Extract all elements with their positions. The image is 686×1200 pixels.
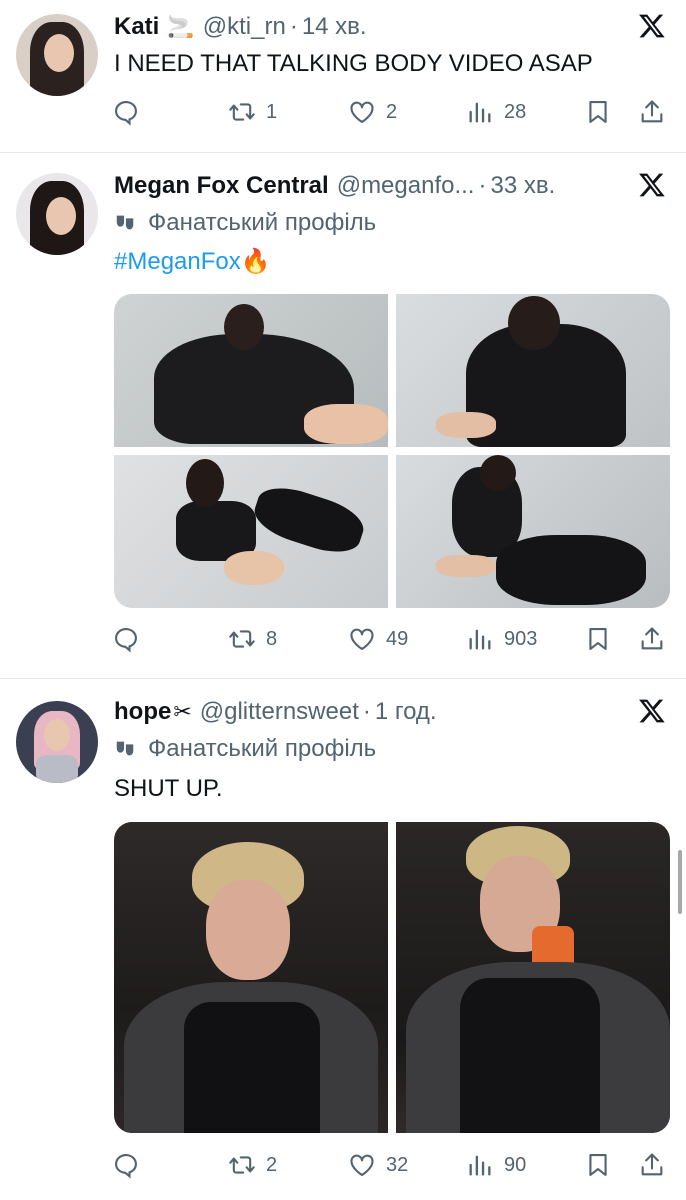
name-emoji: 🚬 xyxy=(167,14,195,39)
tweet-header: Kati 🚬 @kti_rn · 14 хв. xyxy=(114,10,367,44)
author-handle[interactable]: @kti_rn xyxy=(203,13,286,41)
avatar[interactable] xyxy=(16,701,98,783)
bookmark-icon xyxy=(589,1154,607,1176)
reply-button[interactable] xyxy=(112,1145,140,1185)
retweet-count: 8 xyxy=(266,627,278,650)
reply-icon xyxy=(115,101,137,126)
name-emoji: ✂ xyxy=(173,699,192,724)
photo-3[interactable] xyxy=(114,455,388,608)
profile-label-text: Фанатський профіль xyxy=(148,735,377,762)
share-icon xyxy=(641,627,663,650)
share-button[interactable] xyxy=(638,619,666,659)
tweet-text: I NEED THAT TALKING BODY VIDEO ASAP xyxy=(114,50,593,77)
views-button[interactable]: 90 xyxy=(466,1145,526,1185)
mask-icon xyxy=(116,741,134,756)
fire-emoji: 🔥 xyxy=(240,248,271,275)
like-count: 32 xyxy=(386,1153,409,1176)
photo-4[interactable] xyxy=(396,455,670,608)
tweet-hope[interactable]: hope ✂ @glitternsweet · 1 год. Фанатськи… xyxy=(0,679,686,1200)
share-icon xyxy=(641,1153,663,1176)
profile-label: Фанатський профіль xyxy=(114,209,376,237)
timestamp[interactable]: 14 хв. xyxy=(302,13,367,41)
tweet-megan-fox-central[interactable]: Megan Fox Central @meganfo... · 33 хв. Ф… xyxy=(0,153,686,677)
reply-icon xyxy=(115,1154,137,1179)
like-button[interactable]: 32 xyxy=(348,1145,408,1185)
views-icon xyxy=(469,102,491,123)
bookmark-button[interactable] xyxy=(584,92,612,132)
bookmark-button[interactable] xyxy=(584,619,612,659)
separator-dot: · xyxy=(289,13,298,40)
hashtag-link[interactable]: #MeganFox xyxy=(114,248,241,275)
heart-icon xyxy=(350,1154,374,1176)
mask-icon xyxy=(116,215,134,230)
x-logo-icon[interactable] xyxy=(638,12,666,40)
separator-dot: · xyxy=(478,172,487,199)
photo-1[interactable] xyxy=(114,294,388,447)
reply-button[interactable] xyxy=(112,619,140,659)
retweet-count: 2 xyxy=(266,1153,278,1176)
retweet-button[interactable]: 1 xyxy=(228,92,277,132)
bookmark-icon xyxy=(589,101,607,123)
retweet-button[interactable]: 8 xyxy=(228,619,277,659)
author-name[interactable]: Megan Fox Central xyxy=(114,172,329,200)
tweet-kati[interactable]: Kati 🚬 @kti_rn · 14 хв. I NEED THAT TALK… xyxy=(0,0,686,152)
bookmark-icon xyxy=(589,628,607,650)
tweet-actions: 2 32 90 xyxy=(112,1145,670,1185)
tweet-header: hope ✂ @glitternsweet · 1 год. xyxy=(114,695,437,729)
profile-label: Фанатський профіль xyxy=(114,735,376,763)
scrollbar[interactable] xyxy=(678,850,682,914)
views-icon xyxy=(469,629,491,650)
retweet-button[interactable]: 2 xyxy=(228,1145,277,1185)
views-count: 903 xyxy=(504,627,538,650)
share-icon xyxy=(641,100,663,123)
views-button[interactable]: 903 xyxy=(466,619,537,659)
tweet-text: SHUT UP. xyxy=(114,775,223,802)
timestamp[interactable]: 1 год. xyxy=(375,698,437,726)
share-button[interactable] xyxy=(638,1145,666,1185)
heart-icon xyxy=(350,101,374,123)
retweet-icon xyxy=(229,103,255,121)
heart-icon xyxy=(350,628,374,650)
photo-grid xyxy=(114,294,670,608)
x-logo-icon[interactable] xyxy=(638,697,666,725)
avatar[interactable] xyxy=(16,14,98,96)
like-button[interactable]: 2 xyxy=(348,92,397,132)
photo-1[interactable] xyxy=(114,822,388,1133)
author-name[interactable]: hope xyxy=(114,698,171,726)
reply-button[interactable] xyxy=(112,92,140,132)
views-count: 90 xyxy=(504,1153,527,1176)
like-count: 2 xyxy=(386,100,398,123)
share-button[interactable] xyxy=(638,92,666,132)
author-handle[interactable]: @meganfo... xyxy=(337,172,475,200)
author-handle[interactable]: @glitternsweet xyxy=(200,698,359,726)
avatar[interactable] xyxy=(16,173,98,255)
profile-label-text: Фанатський профіль xyxy=(148,209,377,236)
retweet-icon xyxy=(229,630,255,648)
x-logo-icon[interactable] xyxy=(638,171,666,199)
tweet-actions: 1 2 28 xyxy=(112,92,670,132)
timestamp[interactable]: 33 хв. xyxy=(490,172,555,200)
photo-2[interactable] xyxy=(396,294,670,447)
photo-2[interactable] xyxy=(396,822,670,1133)
views-count: 28 xyxy=(504,100,527,123)
views-icon xyxy=(469,1155,491,1176)
views-button[interactable]: 28 xyxy=(466,92,526,132)
retweet-icon xyxy=(229,1156,255,1174)
author-name[interactable]: Kati xyxy=(114,13,159,41)
reply-icon xyxy=(115,628,137,653)
tweet-actions: 8 49 903 xyxy=(112,619,670,659)
separator-dot: · xyxy=(362,698,371,725)
tweet-header: Megan Fox Central @meganfo... · 33 хв. xyxy=(114,169,555,203)
bookmark-button[interactable] xyxy=(584,1145,612,1185)
photo-grid xyxy=(114,822,670,1133)
retweet-count: 1 xyxy=(266,100,278,123)
like-count: 49 xyxy=(386,627,409,650)
tweet-text: #MeganFox🔥 xyxy=(114,247,271,276)
like-button[interactable]: 49 xyxy=(348,619,408,659)
